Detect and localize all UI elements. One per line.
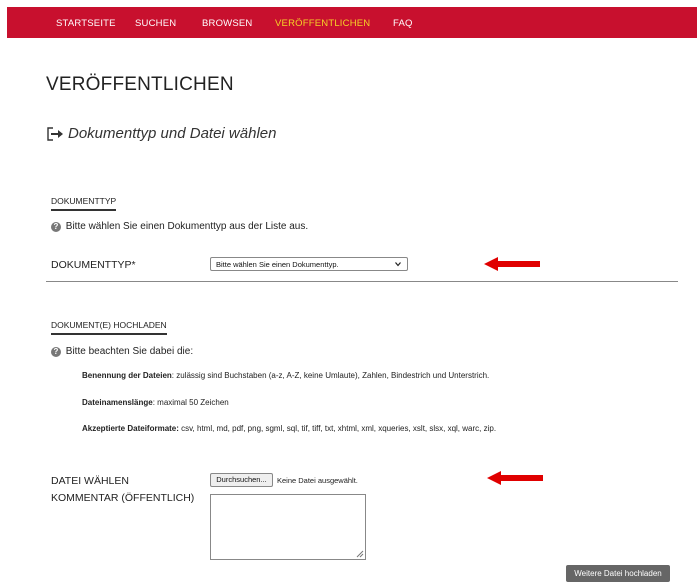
nav-item-browsen[interactable]: BROWSEN xyxy=(202,18,253,29)
rule-filenames: Benennung der Dateien: zulässig sind Buc… xyxy=(82,371,489,380)
step-title: Dokumenttyp und Datei wählen xyxy=(68,125,277,142)
rule-file-formats: Akzeptierte Dateiformate: csv, html, md,… xyxy=(82,424,496,433)
upload-info-text: Bitte beachten Sie dabei die: xyxy=(65,346,194,357)
doctype-select[interactable]: Bitte wählen Sie einen Dokumenttyp. xyxy=(210,257,408,271)
help-icon: ? xyxy=(51,222,61,232)
section-divider xyxy=(46,281,678,282)
top-navigation-bar: STARTSEITE SUCHEN BROWSEN VERÖFFENTLICHE… xyxy=(7,7,697,38)
red-arrow-icon xyxy=(487,471,543,485)
doctype-info-text: Bitte wählen Sie einen Dokumenttyp aus d… xyxy=(65,221,309,232)
doctype-info: ? Bitte wählen Sie einen Dokumenttyp aus… xyxy=(51,221,308,232)
rule-filenames-label: Benennung der Dateien xyxy=(82,371,172,380)
doctype-select-value: Bitte wählen Sie einen Dokumenttyp. xyxy=(216,260,339,269)
upload-section-heading: DOKUMENT(E) HOCHLADEN xyxy=(51,320,167,335)
nav-item-faq[interactable]: FAQ xyxy=(393,18,413,29)
rule-file-formats-label: Akzeptierte Dateiformate: xyxy=(82,424,179,433)
comment-textarea[interactable] xyxy=(210,494,366,560)
help-icon: ? xyxy=(51,347,61,357)
file-field-label: DATEI WÄHLEN xyxy=(51,475,129,487)
nav-item-startseite[interactable]: STARTSEITE xyxy=(56,18,116,29)
sign-in-arrow-icon xyxy=(47,127,63,141)
resize-grip-icon[interactable] xyxy=(356,550,364,558)
rule-filename-length-label: Dateinamenslänge xyxy=(82,398,153,407)
file-status-text: Keine Datei ausgewählt. xyxy=(277,476,358,485)
add-file-upload-button[interactable]: Weitere Datei hochladen xyxy=(566,565,670,582)
browse-file-button[interactable]: Durchsuchen... xyxy=(210,473,273,487)
upload-info: ? Bitte beachten Sie dabei die: xyxy=(51,346,193,357)
nav-item-veroeffentlichen[interactable]: VERÖFFENTLICHEN xyxy=(275,18,370,29)
doctype-field-label: DOKUMENTTYP* xyxy=(51,259,136,271)
rule-filename-length-text: : maximal 50 Zeichen xyxy=(152,398,229,407)
comment-field-label: KOMMENTAR (ÖFFENTLICH) xyxy=(51,492,195,504)
red-arrow-icon xyxy=(484,257,540,271)
rule-file-formats-text: csv, html, md, pdf, png, sgml, sql, tif,… xyxy=(178,424,497,433)
rule-filename-length: Dateinamenslänge: maximal 50 Zeichen xyxy=(82,398,229,407)
rule-filenames-text: : zulässig sind Buchstaben (a-z, A-Z, ke… xyxy=(171,371,490,380)
nav-item-suchen[interactable]: SUCHEN xyxy=(135,18,176,29)
page-title: VERÖFFENTLICHEN xyxy=(46,74,234,95)
doctype-section-heading: DOKUMENTTYP xyxy=(51,196,117,211)
chevron-down-icon xyxy=(395,262,401,267)
